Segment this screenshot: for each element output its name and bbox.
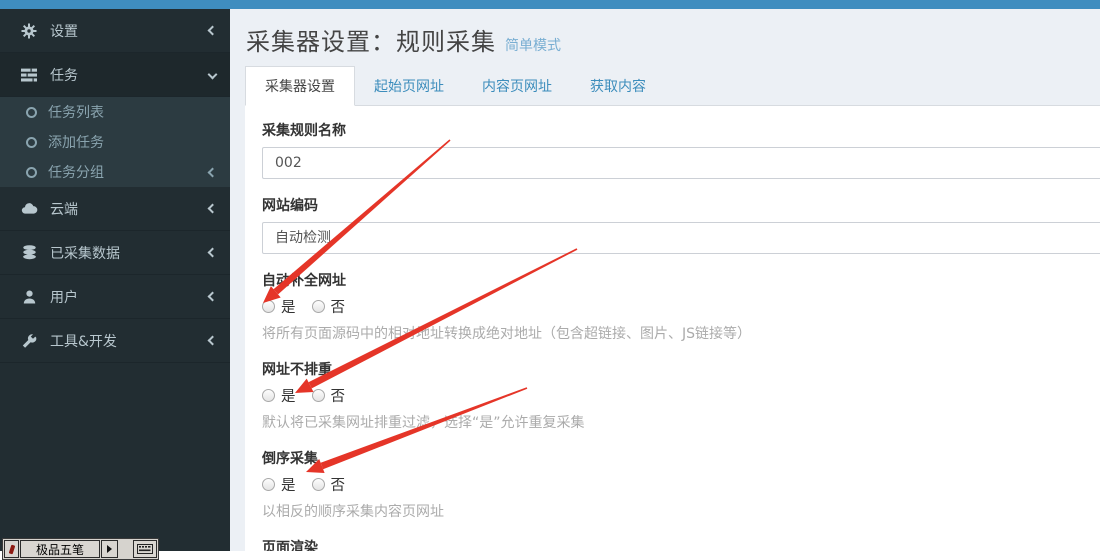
tab-get-content[interactable]: 获取内容 [571,67,665,105]
sidebar-item-collected-data[interactable]: 已采集数据 [0,231,230,275]
sidebar-item-user[interactable]: 用户 [0,275,230,319]
encoding-label: 网站编码 [262,195,1100,215]
reverse-collect-no-radio[interactable] [312,478,325,491]
ime-name-button[interactable]: 极品五笔 [20,540,100,558]
rule-name-input[interactable] [262,147,1100,179]
tasks-submenu: 任务列表 添加任务 任务分组 [0,97,230,187]
sidebar-item-label: 已采集数据 [50,243,209,263]
gear-icon [18,23,40,39]
circle-icon [26,107,37,118]
tab-collector-settings[interactable]: 采集器设置 [245,66,355,106]
url-no-dedupe-label: 网址不排重 [262,359,1100,379]
tab-content-page-urls[interactable]: 内容页网址 [463,67,571,105]
page-render-label: 页面渲染 [262,537,1100,551]
sidebar-item-tools-dev[interactable]: 工具&开发 [0,319,230,363]
auto-complete-url-label: 自动补全网址 [262,270,1100,290]
auto-complete-url-group: 自动补全网址 是 否 将所有页面源码中的相对地址转换成绝对地址（包含超链接、图片… [262,270,1100,343]
app-layout: 设置 任务 任务列表 [0,9,1100,551]
tasks-icon [18,67,40,83]
radio-option-label[interactable]: 否 [331,385,346,406]
sidebar-item-label: 用户 [50,287,209,307]
chevron-left-icon [208,336,218,346]
rule-name-group: 采集规则名称 [262,120,1100,179]
main-content: 采集器设置：规则采集 简单模式 采集器设置 起始页网址 内容页网址 获取内容 采… [230,9,1100,551]
sidebar-item-tasks[interactable]: 任务 [0,53,230,97]
keyboard-icon[interactable] [133,540,157,558]
wrench-icon [18,333,40,349]
auto-complete-url-radios: 是 否 [262,297,1100,315]
auto-complete-yes-radio[interactable] [262,300,275,313]
top-navbar [0,0,1100,9]
user-icon [18,289,40,305]
url-no-dedupe-radios: 是 否 [262,386,1100,404]
radio-option-label[interactable]: 是 [281,296,296,317]
sidebar-subitem-add-task[interactable]: 添加任务 [0,127,230,157]
database-icon [18,245,40,261]
url-no-dedupe-help: 默认将已采集网址排重过滤，选择“是”允许重复采集 [262,412,1100,432]
radio-option-label[interactable]: 否 [331,474,346,495]
chevron-left-icon [208,248,218,258]
ime-input-style-icon[interactable] [4,540,19,558]
reverse-collect-group: 倒序采集 是 否 以相反的顺序采集内容页网址 [262,448,1100,521]
ime-menu-arrow-icon[interactable] [101,540,118,558]
sidebar-item-label: 工具&开发 [50,331,209,351]
sidebar-item-label: 设置 [50,21,209,41]
chevron-left-icon [208,26,218,36]
tab-start-page-urls[interactable]: 起始页网址 [355,67,463,105]
tab-bar: 采集器设置 起始页网址 内容页网址 获取内容 [245,66,1100,106]
sidebar-subitem-label: 任务列表 [48,102,216,122]
ime-language-bar: 极品五笔 [2,538,159,560]
sidebar-subitem-label: 任务分组 [48,162,209,182]
simple-mode-link[interactable]: 简单模式 [505,35,561,55]
sidebar-item-label: 任务 [50,65,209,85]
cloud-icon [18,201,40,217]
url-no-dedupe-yes-radio[interactable] [262,389,275,402]
radio-option-label[interactable]: 是 [281,385,296,406]
reverse-collect-yes-radio[interactable] [262,478,275,491]
circle-icon [26,167,37,178]
rule-name-label: 采集规则名称 [262,120,1100,140]
encoding-group: 网站编码 自动检测 [262,195,1100,254]
circle-icon [26,137,37,148]
reverse-collect-label: 倒序采集 [262,448,1100,468]
sidebar-subitem-task-list[interactable]: 任务列表 [0,97,230,127]
page-render-group: 页面渲染 [262,537,1100,551]
page-title: 采集器设置：规则采集 [246,22,496,57]
auto-complete-url-help: 将所有页面源码中的相对地址转换成绝对地址（包含超链接、图片、JS链接等） [262,323,1100,343]
sidebar-subitem-task-groups[interactable]: 任务分组 [0,157,230,187]
url-no-dedupe-no-radio[interactable] [312,389,325,402]
chevron-left-icon [208,204,218,214]
sidebar: 设置 任务 任务列表 [0,9,230,551]
chevron-left-icon [208,167,218,177]
reverse-collect-help: 以相反的顺序采集内容页网址 [262,501,1100,521]
page-header: 采集器设置：规则采集 简单模式 [230,9,1100,66]
auto-complete-no-radio[interactable] [312,300,325,313]
ime-spacer [119,540,132,558]
radio-option-label[interactable]: 否 [331,296,346,317]
reverse-collect-radios: 是 否 [262,475,1100,493]
sidebar-subitem-label: 添加任务 [48,132,216,152]
url-no-dedupe-group: 网址不排重 是 否 默认将已采集网址排重过滤，选择“是”允许重复采集 [262,359,1100,432]
chevron-left-icon [208,292,218,302]
settings-panel: 采集规则名称 网站编码 自动检测 自动补全网址 是 否 将所有页面源码中的相对地… [245,106,1100,551]
encoding-select[interactable]: 自动检测 [262,222,1100,254]
chevron-down-icon [208,70,218,80]
sidebar-item-label: 云端 [50,199,209,219]
radio-option-label[interactable]: 是 [281,474,296,495]
sidebar-item-settings[interactable]: 设置 [0,9,230,53]
sidebar-item-cloud[interactable]: 云端 [0,187,230,231]
